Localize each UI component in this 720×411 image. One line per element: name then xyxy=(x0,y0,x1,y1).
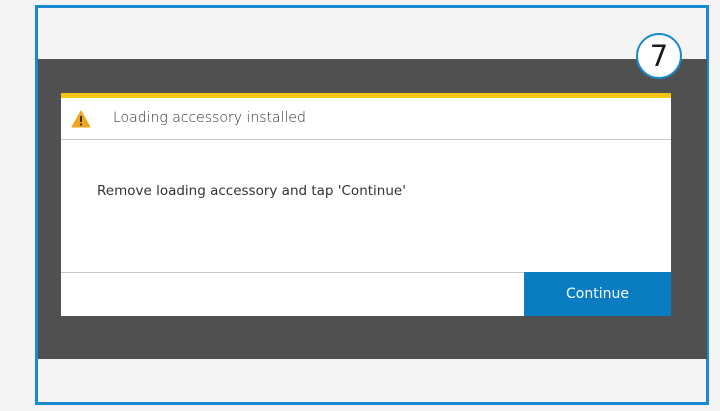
warning-icon xyxy=(71,110,91,128)
continue-button[interactable]: Continue xyxy=(524,272,671,316)
dialog-title: Loading accessory installed xyxy=(113,110,306,126)
alert-dialog: Loading accessory installed Remove loadi… xyxy=(61,93,671,316)
dialog-footer: Continue xyxy=(61,272,671,316)
step-number: 7 xyxy=(649,38,669,73)
dialog-header: Loading accessory installed xyxy=(61,98,671,140)
dialog-message: Remove loading accessory and tap 'Contin… xyxy=(97,183,406,199)
step-number-badge: 7 xyxy=(636,33,682,79)
